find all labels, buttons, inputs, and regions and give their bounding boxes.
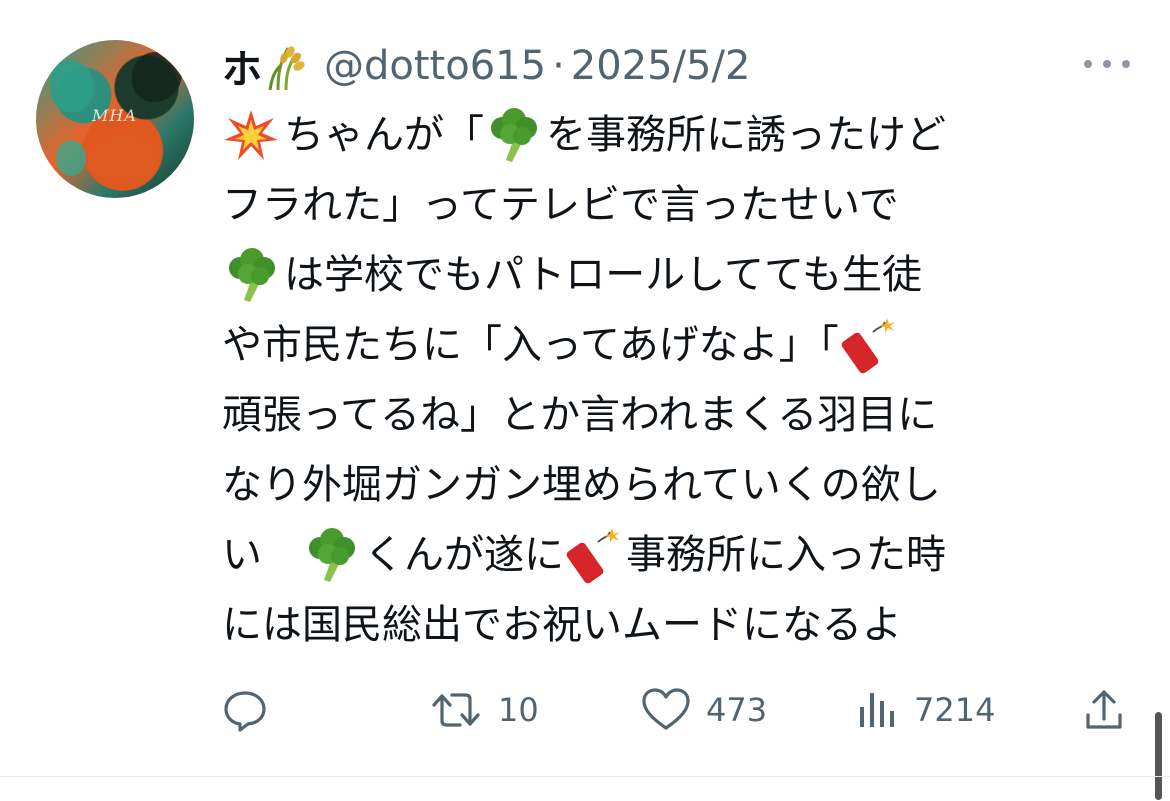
tweet-actions: 10 473 7214	[0, 680, 1170, 740]
share-icon	[1082, 685, 1126, 735]
avatar-art	[88, 136, 158, 182]
like-count: 473	[706, 691, 768, 729]
heart-icon	[640, 685, 692, 735]
reply-button[interactable]	[220, 680, 270, 740]
broccoli-icon	[484, 106, 542, 164]
tweet-text-line: や市民たちに「入ってあげなよ」「	[222, 310, 1122, 380]
tweet-text-segment: くんが遂に	[364, 532, 564, 578]
tweet-text-line: 頑張ってるね」とか言われまくる羽目に	[222, 380, 1122, 450]
firecracker-icon	[839, 316, 897, 374]
broccoli-icon	[302, 526, 360, 584]
more-dot	[1122, 60, 1130, 68]
tweet-text-line: なり外堀ガンガン埋められていくの欲し	[222, 450, 1122, 520]
broccoli-icon	[222, 246, 280, 304]
scrollbar[interactable]	[1155, 712, 1162, 800]
avatar[interactable]: MHA	[36, 40, 194, 198]
tweet-text-line: ちゃんが「 を事務所に誘ったけど	[222, 100, 1122, 170]
separator-dot: ·	[552, 43, 565, 89]
firecracker-icon	[564, 526, 622, 584]
tweet-text-segment: なり外堀ガンガン埋められていくの欲し	[222, 462, 941, 508]
user-handle[interactable]: @dotto615	[324, 43, 546, 89]
views-button[interactable]: 7214	[856, 680, 995, 740]
views-icon	[856, 685, 900, 735]
tweet-body: ちゃんが「 を事務所に誘ったけど フラれた」ってテレビで言ったせいで は学校でも…	[222, 100, 1122, 660]
avatar-art	[50, 60, 94, 112]
tweet-text-segment: は学校でもパトロールしてても生徒	[284, 252, 922, 298]
tweet-header: ホ @dotto615 · 2025/5/2	[222, 36, 750, 96]
share-button[interactable]	[1082, 680, 1126, 740]
tweet-text-segment: 頑張ってるね」とか言われまくる羽目に	[222, 392, 938, 438]
tweet-text-segment: には国民総出でお祝いムードになるよ	[222, 602, 902, 648]
avatar-art	[56, 140, 86, 176]
rice-plant-icon	[266, 44, 306, 92]
more-dot	[1084, 60, 1092, 68]
more-icon[interactable]	[1084, 52, 1130, 76]
display-name[interactable]: ホ	[222, 37, 262, 95]
avatar-art	[132, 52, 182, 102]
retweet-count: 10	[498, 691, 539, 729]
reply-icon	[220, 685, 270, 735]
tweet-text-line: は学校でもパトロールしてても生徒	[222, 240, 1122, 310]
more-dot	[1103, 60, 1111, 68]
retweet-icon	[428, 685, 484, 735]
tweet-text-segment: フラれた」ってテレビで言ったせいで	[222, 182, 899, 228]
retweet-button[interactable]: 10	[428, 680, 539, 740]
tweet-text-line: い くんが遂に 事務所に入った時	[222, 520, 1122, 590]
avatar-text: MHA	[92, 106, 137, 125]
tweet-text-line: には国民総出でお祝いムードになるよ	[222, 590, 1122, 660]
like-button[interactable]: 473	[640, 680, 767, 740]
divider	[0, 776, 1170, 777]
tweet[interactable]: MHA ホ @dotto615 · 2025/5/2 ちゃんが「 を事務所に誘っ…	[0, 0, 1170, 776]
tweet-text-line: フラれた」ってテレビで言ったせいで	[222, 170, 1122, 240]
views-count: 7214	[914, 691, 996, 729]
collision-icon	[222, 106, 280, 164]
tweet-text-segment: い	[222, 532, 302, 578]
tweet-text-segment: や市民たちに「入ってあげなよ」「	[222, 322, 839, 368]
tweet-text-segment: ちゃんが「	[284, 112, 484, 158]
tweet-text-segment: を事務所に誘ったけど	[546, 112, 946, 158]
tweet-date[interactable]: 2025/5/2	[571, 43, 751, 89]
tweet-text-segment: 事務所に入った時	[626, 532, 946, 578]
